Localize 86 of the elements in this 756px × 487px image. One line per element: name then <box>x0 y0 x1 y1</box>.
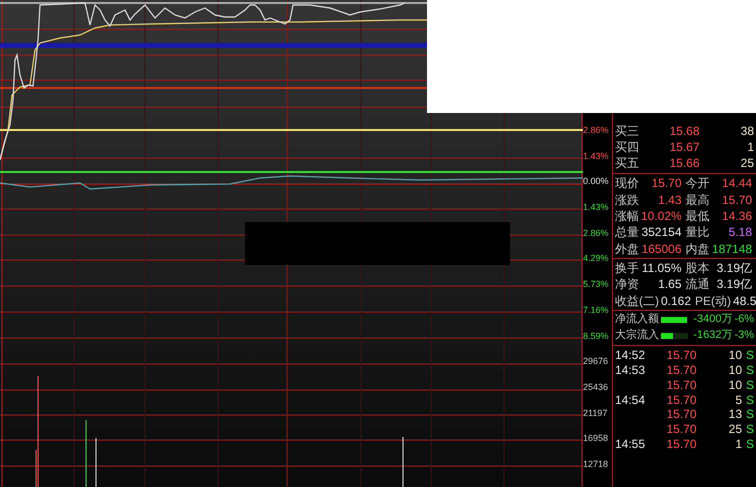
bid-label: 买四 <box>615 141 640 153</box>
field-label: 流通 <box>686 278 710 290</box>
field-value: 10.02% <box>641 210 683 222</box>
axis-label: 1.43% <box>583 150 609 161</box>
tick-volume: 25 <box>728 423 742 436</box>
bid-label: 买五 <box>615 157 640 169</box>
bid-volume: 38 <box>740 125 754 137</box>
bid-price: 15.67 <box>668 141 700 153</box>
tick-price: 15.70 <box>665 408 696 420</box>
axis-label: 1.43% <box>583 202 609 212</box>
tick-side: S <box>744 423 754 436</box>
tick-volume: 10 <box>728 364 742 376</box>
tick-price: 15.70 <box>665 438 696 450</box>
bid-volume: 25 <box>740 157 754 169</box>
axis-label: 5.73% <box>583 279 609 290</box>
tick-side: S <box>744 408 754 420</box>
tick-price: 15.70 <box>665 364 696 376</box>
tick-price: 15.70 <box>665 423 696 436</box>
axis-label: 4.29% <box>583 253 609 264</box>
tick-side: S <box>744 394 754 406</box>
bid-label: 买三 <box>615 125 640 137</box>
field-label: 外盘 <box>615 242 639 255</box>
tick-volume: 5 <box>734 394 742 406</box>
axis-label: 25436 <box>583 382 608 392</box>
field-label: 涨跌 <box>615 194 639 206</box>
field-value: 48.5 <box>733 294 756 307</box>
field-label: 最高 <box>686 194 710 206</box>
tick-time: 14:54 <box>615 392 646 407</box>
axis-label: 29676 <box>583 356 608 366</box>
field-label: PE(动) <box>695 294 732 307</box>
axis-label: 7.16% <box>583 304 609 315</box>
field-value: 11.05% <box>641 262 682 274</box>
field-value: 3.19亿 <box>716 278 753 290</box>
field-value: 1.43 <box>657 194 682 206</box>
field-label: 内盘 <box>686 242 710 255</box>
field-value: 0.162 <box>661 294 692 307</box>
axis-label: 2.86% <box>583 125 609 135</box>
field-label: 最低 <box>686 210 710 222</box>
tick-volume: 10 <box>728 378 742 391</box>
flow-label: 大宗流入 <box>615 330 659 342</box>
field-value: 14.36 <box>720 210 753 222</box>
axis-label: 0.00% <box>583 176 609 186</box>
tick-side: S <box>744 364 754 376</box>
tick-price: 15.70 <box>665 378 696 391</box>
tick-side: S <box>744 378 754 391</box>
field-label: 现价 <box>615 177 639 190</box>
field-label: 换手 <box>615 262 639 274</box>
field-value: 15.70 <box>650 177 682 190</box>
tick-time: 14:52 <box>615 348 646 362</box>
tick-price: 15.70 <box>665 349 696 362</box>
bid-price: 15.66 <box>668 157 700 169</box>
field-value: 15.70 <box>720 194 753 206</box>
flow-label: 净流入额 <box>615 314 659 326</box>
field-value: 3.19亿 <box>716 262 753 274</box>
tick-time: 14:55 <box>615 437 646 452</box>
field-value: 5.18 <box>728 226 753 238</box>
field-label: 净资 <box>615 278 639 290</box>
field-label: 涨幅 <box>615 210 639 222</box>
flow-amount: -3400万 <box>692 314 732 326</box>
field-label: 收益(二) <box>615 294 659 307</box>
tick-side: S <box>744 438 754 450</box>
tick-price: 15.70 <box>665 394 696 406</box>
field-value: 1.65 <box>657 278 682 290</box>
field-label: 量比 <box>686 226 710 238</box>
field-value: 14.44 <box>720 177 753 190</box>
tick-volume: 13 <box>728 408 742 420</box>
bid-price: 15.68 <box>668 125 700 137</box>
flow-percent: -3% <box>734 330 754 342</box>
flow-amount: -1632万 <box>692 330 732 342</box>
bid-volume: 1 <box>746 141 754 153</box>
tick-side: S <box>744 349 754 362</box>
field-label: 总量 <box>615 226 639 238</box>
flow-percent: -6% <box>734 314 754 326</box>
field-label: 今开 <box>686 177 710 190</box>
axis-label: 12718 <box>583 458 608 469</box>
field-value: 165006 <box>641 242 682 255</box>
field-value: 352154 <box>641 226 682 238</box>
axis-label: 21197 <box>583 408 608 418</box>
field-value: 187148 <box>712 242 753 255</box>
tick-volume: 10 <box>728 349 742 362</box>
tick-time: 14:53 <box>615 363 646 378</box>
axis-label: 8.59% <box>583 330 609 340</box>
tick-volume: 1 <box>734 438 742 450</box>
field-label: 股本 <box>686 262 710 274</box>
axis-label: 16958 <box>583 433 608 444</box>
axis-label: 2.86% <box>583 228 609 238</box>
